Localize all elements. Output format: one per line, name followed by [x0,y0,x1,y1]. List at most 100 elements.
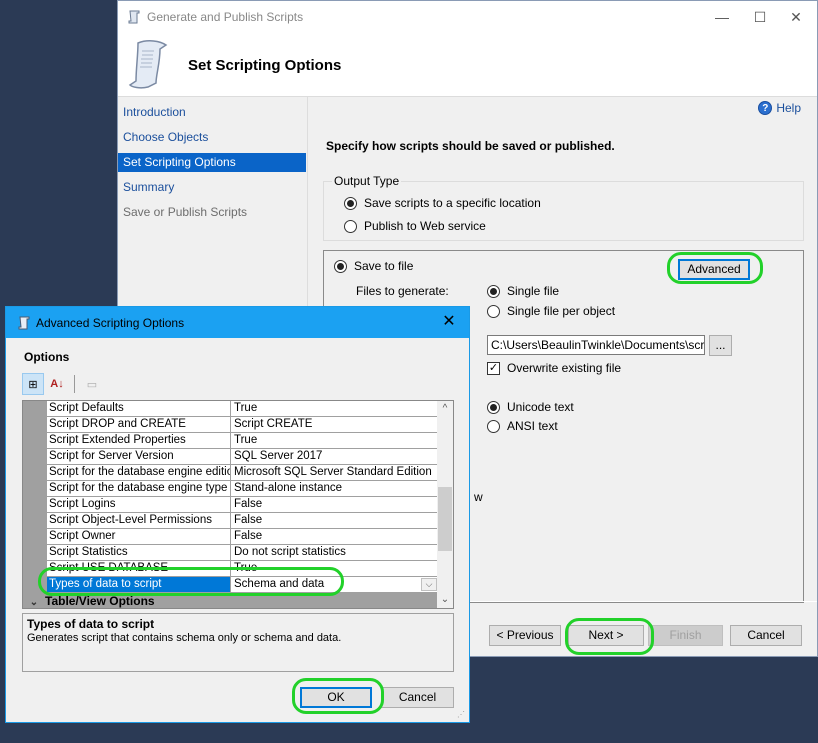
radio-button[interactable] [487,419,500,433]
overwrite-label: Overwrite existing file [507,361,622,375]
property-grid-toolbar: ⊞ A↓ ▭ [22,373,103,395]
property-row[interactable]: Script USE DATABASE True [23,561,438,577]
property-row[interactable]: Script for the database engine type Stand… [23,481,438,497]
property-name: Script DROP and CREATE [47,417,231,433]
property-row[interactable]: Script for Server Version SQL Server 2017 [23,449,438,465]
scroll-up-icon[interactable]: ^ [437,401,453,417]
nav-item-set-scripting-options[interactable]: Set Scripting Options [118,153,306,172]
property-value[interactable]: SQL Server 2017 [231,449,438,465]
radio-label: Publish to Web service [364,219,486,233]
radio-publish-web[interactable]: Publish to Web service [344,219,486,233]
category-table-view-options[interactable]: ⌄ Table/View Options [23,593,438,608]
property-row[interactable]: Script Owner False [23,529,438,545]
maximize-button[interactable]: ☐ [745,5,775,29]
property-value[interactable]: Microsoft SQL Server Standard Edition [231,465,438,481]
nav-item-summary[interactable]: Summary [118,178,306,197]
radio-ansi-text[interactable]: ANSI text [487,419,558,433]
file-path-input[interactable]: C:\Users\BeaulinTwinkle\Documents\script… [487,335,705,355]
property-name: Script Logins [47,497,231,513]
property-value[interactable]: False [231,497,438,513]
radio-label: Save to file [354,259,414,273]
radio-single-file-per-object[interactable]: Single file per object [487,304,615,318]
property-name: Script for the database engine edition [47,465,231,481]
chevron-down-icon[interactable]: ⌄ [23,595,45,608]
ok-button[interactable]: OK [300,687,372,708]
previous-button[interactable]: < Previous [489,625,561,646]
advanced-button[interactable]: Advanced [678,259,750,280]
close-button[interactable]: ✕ [781,5,811,29]
instruction-text: Specify how scripts should be saved or p… [326,139,615,153]
radio-label: Single file [507,284,560,298]
property-row[interactable]: Script Statistics Do not script statistic… [23,545,438,561]
options-heading: Options [24,350,70,364]
radio-button[interactable] [344,196,357,210]
radio-button[interactable] [344,219,357,233]
categorized-icon[interactable]: ⊞ [22,373,44,395]
cancel-button[interactable]: Cancel [730,625,802,646]
property-grid: Script Defaults True Script DROP and CREA… [22,400,454,609]
radio-save-to-location[interactable]: Save scripts to a specific location [344,196,541,210]
chevron-down-icon[interactable]: ⌵ [421,578,437,591]
radio-label: ANSI text [507,419,558,433]
radio-unicode-text[interactable]: Unicode text [487,400,574,414]
property-name: Script Owner [47,529,231,545]
overwrite-checkbox-row[interactable]: ✓ Overwrite existing file [487,361,621,375]
radio-button[interactable] [334,259,347,273]
radio-single-file[interactable]: Single file [487,284,559,298]
property-value[interactable]: True [231,561,438,577]
property-row[interactable]: Script Object-Level Permissions False [23,513,438,529]
help-link[interactable]: ? Help [758,101,801,115]
types-of-data-dropdown[interactable]: Schema and data ⌵ [231,577,438,593]
nav-item-choose-objects[interactable]: Choose Objects [118,128,306,147]
radio-label: Single file per object [507,304,616,318]
radio-button[interactable] [487,304,500,318]
next-button[interactable]: Next > [568,625,644,646]
property-description-panel: Types of data to script Generates script… [22,613,454,672]
property-name: Script USE DATABASE [47,561,231,577]
browse-button[interactable]: ... [709,335,732,356]
property-value[interactable]: True [231,433,438,449]
property-value: Schema and data [234,578,325,590]
property-row[interactable]: Script DROP and CREATE Script CREATE [23,417,438,433]
dialog-close-button[interactable]: ✕ [437,311,461,331]
property-value[interactable]: True [231,401,438,417]
nav-item-save-publish: Save or Publish Scripts [123,205,248,219]
property-row-selected[interactable]: Types of data to script Schema and data ⌵ [23,577,438,593]
nav-item-introduction[interactable]: Introduction [118,103,306,122]
minimize-button[interactable]: — [707,5,737,29]
page-title: Set Scripting Options [188,57,342,74]
property-row[interactable]: Script Extended Properties True [23,433,438,449]
description-title: Types of data to script [27,617,155,631]
property-value[interactable]: False [231,513,438,529]
scroll-down-icon[interactable]: ⌄ [437,592,453,608]
finish-button: Finish [648,625,723,646]
radio-button[interactable] [487,400,500,414]
property-row[interactable]: Script Logins False [23,497,438,513]
property-grid-scrollbar[interactable]: ^ ⌄ [437,401,453,608]
property-row[interactable]: Script for the database engine edition Mi… [23,465,438,481]
help-label: Help [776,101,801,115]
property-name: Script Extended Properties [47,433,231,449]
property-value[interactable]: Script CREATE [231,417,438,433]
files-to-generate-label: Files to generate: [356,284,449,298]
scrollbar-thumb[interactable] [438,487,452,551]
property-name: Script for the database engine type [47,481,231,497]
scroll-icon [128,40,168,89]
property-value[interactable]: False [231,529,438,545]
property-name: Script for Server Version [47,449,231,465]
property-value[interactable]: Do not script statistics [231,545,438,561]
property-value[interactable]: Stand-alone instance [231,481,438,497]
property-pages-icon: ▭ [86,378,98,391]
alphabetical-sort-icon[interactable]: A↓ [46,373,68,395]
radio-save-to-file[interactable]: Save to file [334,259,413,273]
property-name: Script Object-Level Permissions [47,513,231,529]
description-text: Generates script that contains schema on… [27,632,342,644]
radio-label: Save scripts to a specific location [364,196,541,210]
property-row[interactable]: Script Defaults True [23,401,438,417]
partial-label: w [474,490,483,504]
toolbar-separator [74,375,75,393]
overwrite-checkbox[interactable]: ✓ [487,361,500,375]
resize-grip-icon[interactable]: ⋰ [457,710,467,720]
radio-button[interactable] [487,284,500,298]
dialog-cancel-button[interactable]: Cancel [381,687,454,708]
